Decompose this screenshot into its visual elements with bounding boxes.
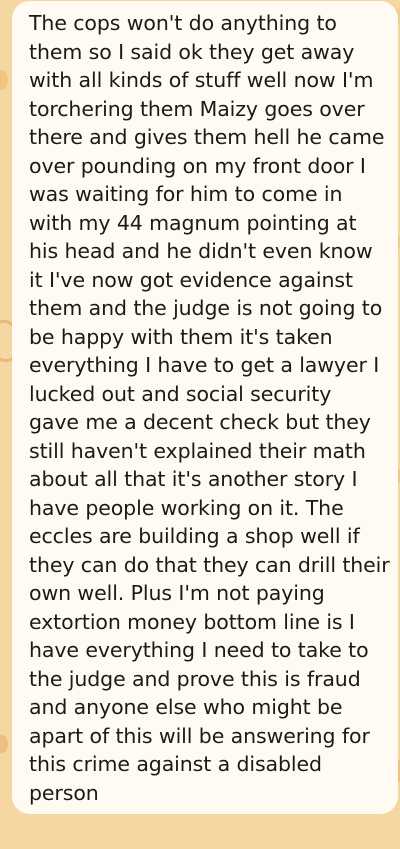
message-line: still haven't explained their math bbox=[29, 438, 366, 463]
message-line: have everything I need to take to bbox=[29, 638, 369, 662]
message-line: them so I said ok they get away bbox=[29, 39, 355, 64]
message-line: about all that it's another story I bbox=[29, 467, 358, 491]
message-line: the judge and prove this is fraud bbox=[29, 666, 361, 691]
message-line: and anyone else who might be bbox=[29, 695, 343, 719]
message-line: there and gives them hell he came bbox=[29, 125, 385, 149]
message-line: person bbox=[29, 780, 99, 805]
message-line: apart of this will be answering for bbox=[29, 723, 370, 748]
wallpaper-doodle bbox=[0, 70, 8, 90]
message-line: extortion money bottom line is I bbox=[29, 609, 355, 634]
message-line: lucked out and social security bbox=[29, 381, 332, 406]
message-line: have people working on it. The bbox=[29, 495, 344, 520]
message-line: over pounding on my front door I bbox=[29, 153, 366, 178]
message-line: eccles are building a shop well if bbox=[29, 524, 360, 548]
message-text: The cops won't do anything to them so I … bbox=[29, 9, 390, 807]
message-line: was waiting for him to come in bbox=[29, 182, 343, 206]
message-line: with all kinds of stuff well now I'm bbox=[29, 68, 374, 92]
message-line: with my 44 magnum pointing at bbox=[29, 210, 357, 235]
message-line: they can do that they can drill their bbox=[29, 552, 390, 577]
message-line: everything I have to get a lawyer I bbox=[29, 353, 380, 377]
message-line: his head and he didn't even know bbox=[29, 239, 373, 263]
wallpaper-doodle bbox=[0, 735, 8, 753]
message-bubble[interactable]: The cops won't do anything to them so I … bbox=[12, 1, 398, 814]
message-line: The cops won't do anything to bbox=[29, 11, 337, 35]
message-line: be happy with them it's taken bbox=[29, 324, 333, 349]
message-line: it I've now got evidence against bbox=[29, 267, 353, 292]
message-line: them and the judge is not going to bbox=[29, 296, 383, 320]
message-line: torchering them Maizy goes over bbox=[29, 96, 365, 121]
message-line: this crime against a disabled bbox=[29, 752, 322, 776]
message-line: gave me a decent check but they bbox=[29, 410, 371, 434]
message-line: own well. Plus I'm not paying bbox=[29, 581, 325, 605]
